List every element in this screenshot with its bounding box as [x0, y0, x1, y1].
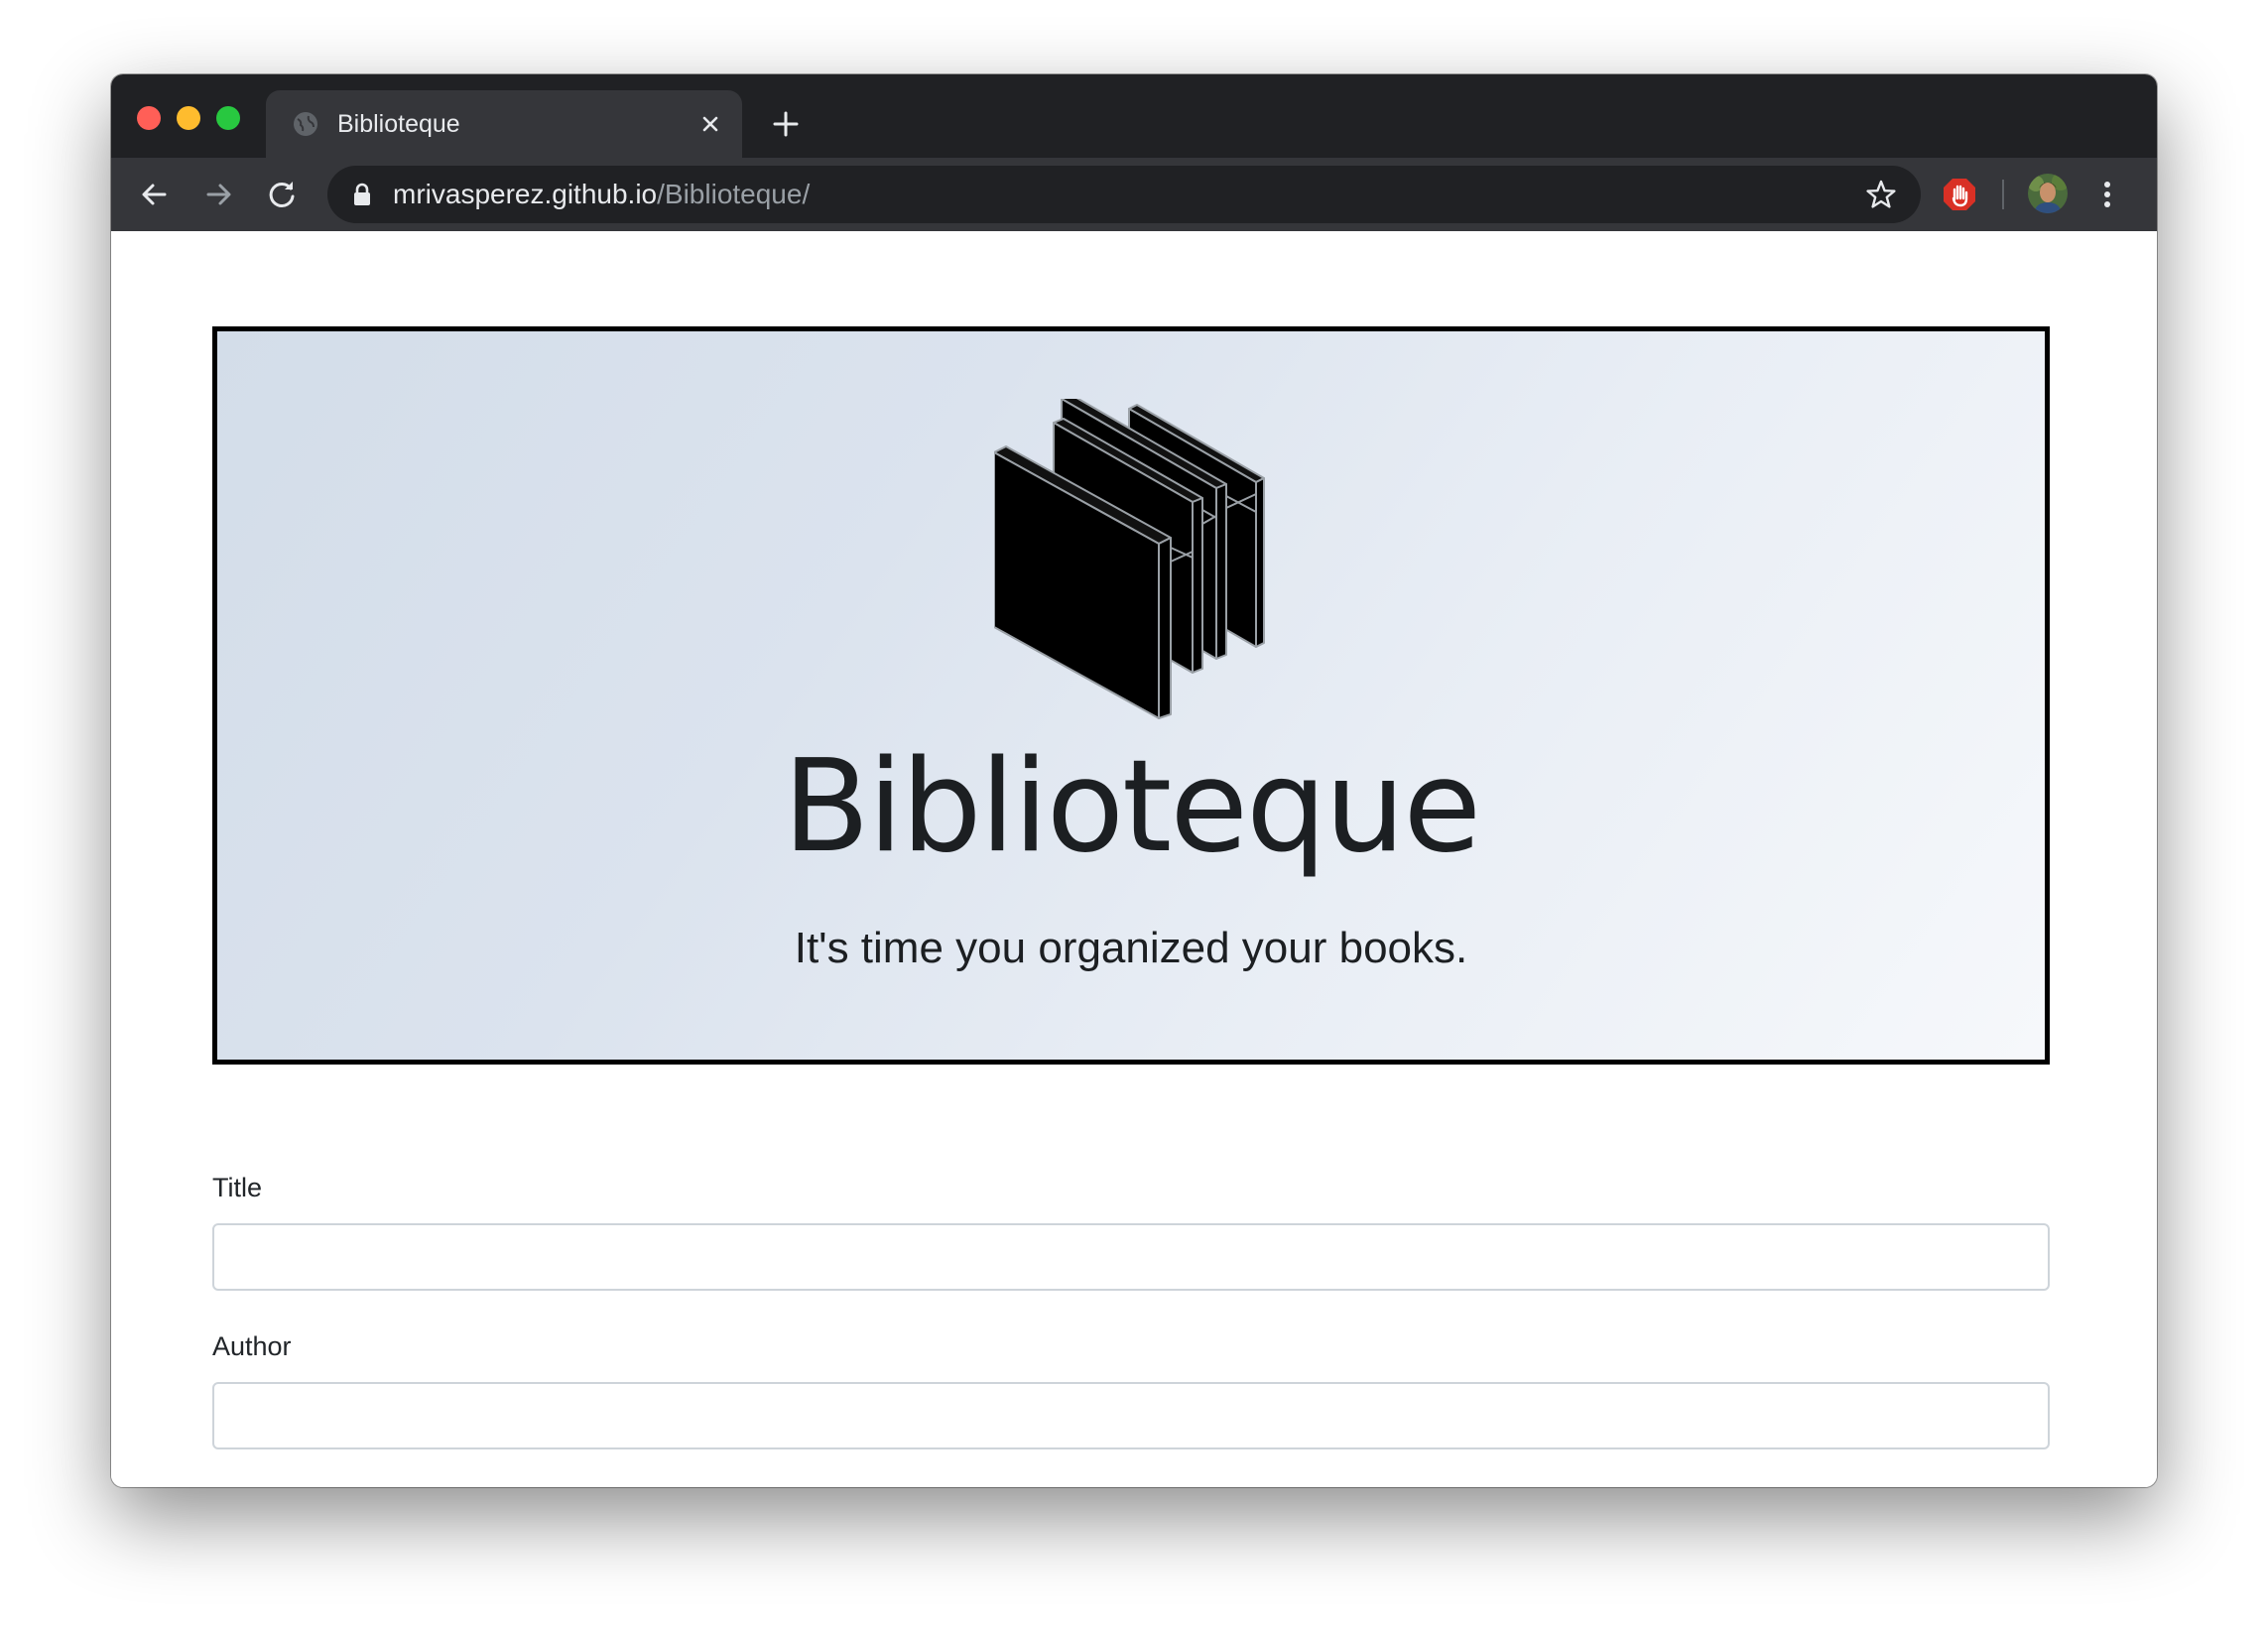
arrow-left-icon[interactable]: [137, 177, 173, 212]
page-title: Biblioteque: [782, 733, 1481, 881]
kebab-menu-icon[interactable]: [2089, 177, 2125, 212]
globe-icon: [294, 112, 317, 136]
url-host: mrivasperez.github.io: [393, 179, 658, 209]
browser-window: Biblioteque mrivasperez.github.io/Biblio…: [111, 74, 2157, 1487]
hero-banner: Biblioteque It's time you organized your…: [212, 326, 2050, 1065]
star-icon[interactable]: [1865, 179, 1897, 210]
profile-picture: [2028, 174, 2068, 213]
avatar[interactable]: [2028, 174, 2068, 213]
arrow-right-icon[interactable]: [200, 177, 236, 212]
tab-strip: Biblioteque: [111, 74, 2157, 158]
stacked-books-logo: [994, 399, 1265, 719]
tab-title: Biblioteque: [337, 110, 460, 138]
stop-hand-icon[interactable]: [1943, 178, 1976, 211]
address-bar[interactable]: mrivasperez.github.io/Biblioteque/: [327, 166, 1921, 223]
author-label: Author: [212, 1331, 292, 1361]
title-label: Title: [212, 1173, 263, 1202]
reload-icon[interactable]: [264, 177, 300, 212]
url-text: mrivasperez.github.io/Biblioteque/: [393, 179, 810, 210]
close-window-button[interactable]: [137, 106, 161, 130]
plus-icon[interactable]: [770, 108, 802, 140]
url-path: /Biblioteque/: [657, 179, 811, 209]
tab-biblioteque[interactable]: Biblioteque: [266, 90, 742, 158]
maximize-window-button[interactable]: [216, 106, 240, 130]
browser-toolbar: mrivasperez.github.io/Biblioteque/: [111, 158, 2157, 231]
page-subtitle: It's time you organized your books.: [794, 924, 1468, 972]
lock-icon: [354, 183, 370, 205]
page-content: Biblioteque It's time you organized your…: [111, 231, 2157, 1487]
close-icon[interactable]: [696, 110, 724, 138]
author-input[interactable]: [212, 1382, 2050, 1449]
minimize-window-button[interactable]: [177, 106, 200, 130]
title-input[interactable]: [212, 1223, 2050, 1291]
toolbar-divider: [2002, 180, 2004, 209]
